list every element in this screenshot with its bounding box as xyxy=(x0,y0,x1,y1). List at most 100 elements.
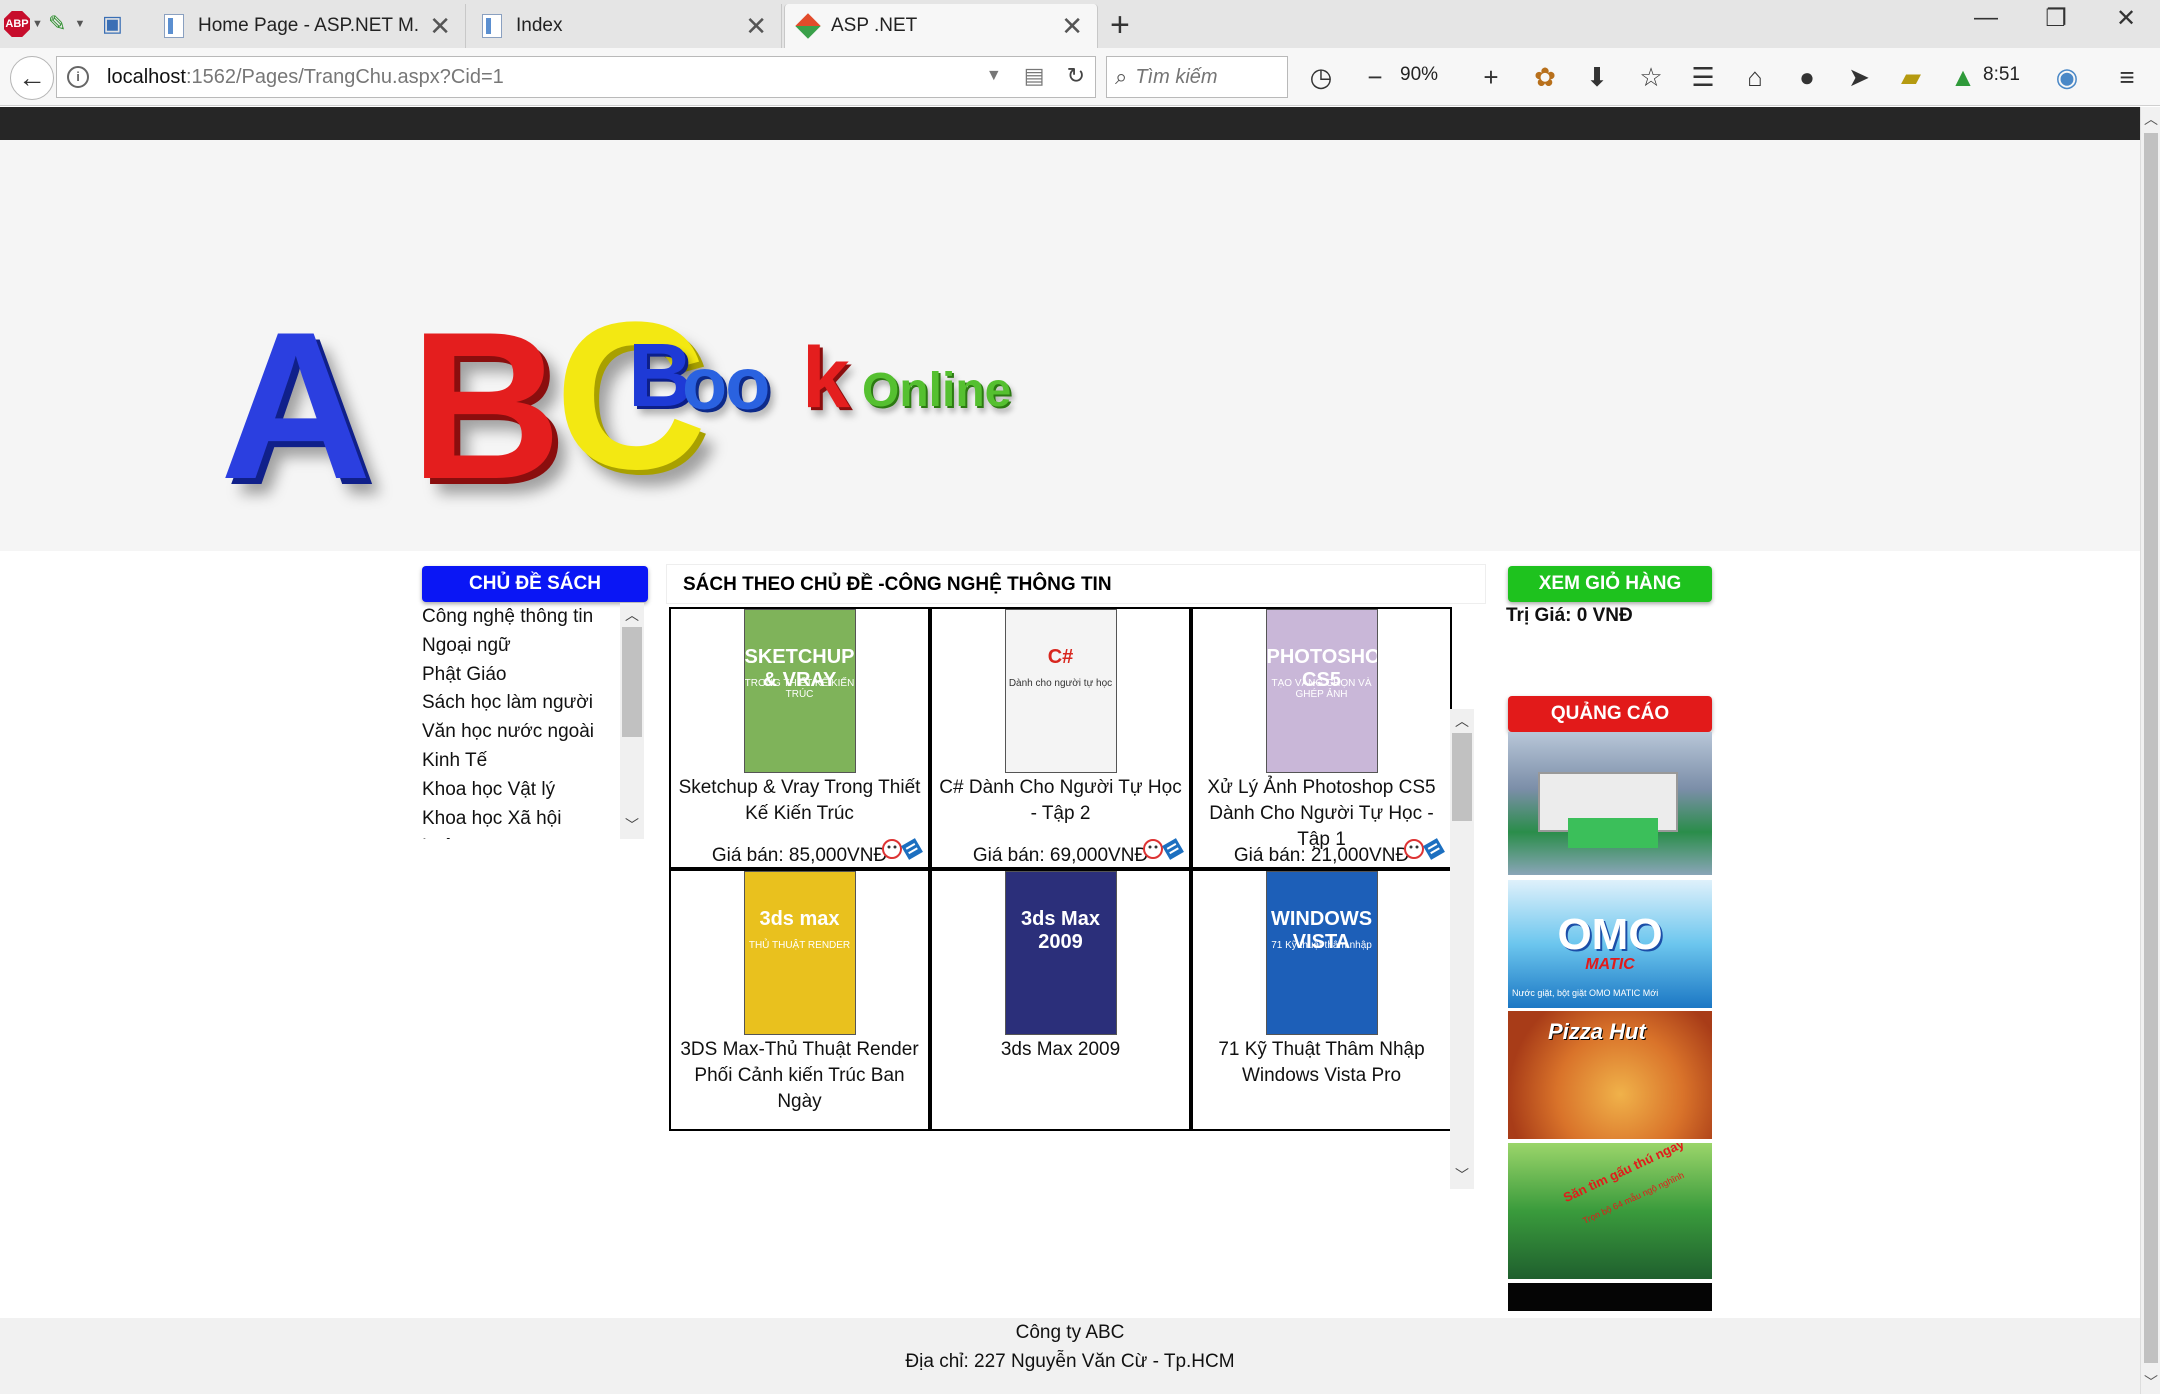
url-bar[interactable]: i localhost:1562/Pages/TrangChu.aspx?Cid… xyxy=(56,56,1096,98)
scrollbar-thumb[interactable] xyxy=(622,627,642,737)
reader-view-icon[interactable]: ▤ xyxy=(1024,63,1045,89)
bookmarks-list-icon[interactable]: ☰ xyxy=(1686,62,1720,92)
tab-title: Index xyxy=(516,15,563,36)
close-icon[interactable]: ✕ xyxy=(429,11,451,42)
ad-exhibition[interactable] xyxy=(1508,732,1712,875)
tab-title: Home Page - ASP.NET M... xyxy=(198,15,420,36)
add-to-cart-icon[interactable] xyxy=(1402,835,1446,863)
home-icon[interactable]: ⌂ xyxy=(1738,62,1772,92)
book-grid-scrollbar[interactable]: ︿ ﹀ xyxy=(1450,709,1474,1189)
book-title[interactable]: 3ds Max 2009 xyxy=(936,1037,1185,1063)
scrollbar-thumb[interactable] xyxy=(2144,133,2158,1363)
book-cover[interactable]: 3ds max THỦ THUẬT RENDER xyxy=(743,871,856,1035)
close-icon[interactable]: ✕ xyxy=(1061,11,1083,42)
window-close-button[interactable]: ✕ xyxy=(2106,4,2146,33)
chevron-down-icon[interactable]: ﹀ xyxy=(620,815,644,835)
book-card[interactable]: 3ds max THỦ THUẬT RENDER 3DS Max-Thủ Thuật… xyxy=(669,869,930,1131)
abp-icon: ABP xyxy=(4,11,30,37)
minimize-button[interactable]: — xyxy=(1966,4,2006,32)
category-item[interactable]: Khoa học Vật lý xyxy=(418,776,644,805)
book-card[interactable]: SKETCHUP & VRAY TRONG THIẾT KẾ KIẾN TRÚC S… xyxy=(669,607,930,869)
toolbox-icon[interactable]: ▰ xyxy=(1894,62,1928,92)
clock-extension-icon[interactable]: ▲ xyxy=(1946,62,1980,92)
search-input[interactable] xyxy=(1135,65,1266,89)
book-card[interactable]: WINDOWS VISTA 71 Kỹ thuật thâm nhập 71 Kỹ … xyxy=(1191,869,1452,1131)
cover-subtitle: Dành cho người tự học xyxy=(1008,678,1113,689)
book-grid: SKETCHUP & VRAY TRONG THIẾT KẾ KIẾN TRÚC S… xyxy=(666,604,1476,1188)
download-icon[interactable]: ⬇ xyxy=(1580,62,1614,92)
book-cover[interactable]: C# Dành cho người tự học xyxy=(1004,609,1117,773)
ad-subtext: MATIC xyxy=(1585,956,1635,973)
zoom-out-button[interactable]: − xyxy=(1358,62,1392,92)
book-cover[interactable]: PHOTOSHOP CS5TẠO VÁNG CHỌN VÀ GHÉP ẢNH xyxy=(1265,609,1378,773)
url-path: :1562/Pages/TrangChu.aspx?Cid=1 xyxy=(185,65,504,88)
add-to-cart-icon[interactable] xyxy=(880,835,924,863)
tab-bar: ABP ▼ ✎ ▼ ▣ Home Page - ASP.NET M... ✕ In… xyxy=(0,0,2160,48)
cover-subtitle: TẠO VÁNG CHỌN VÀ GHÉP ẢNH xyxy=(1271,678,1372,700)
book-card[interactable]: C# Dành cho người tự học C# Dành Cho Người… xyxy=(930,607,1191,869)
page-icon xyxy=(482,14,502,38)
category-scrollbar[interactable]: ︿ ﹀ xyxy=(620,603,644,839)
info-icon[interactable]: i xyxy=(67,66,89,88)
category-item[interactable]: Sách học làm người xyxy=(418,689,644,718)
tab-asp-net[interactable]: ASP .NET ✕ xyxy=(784,4,1098,48)
add-to-cart-icon[interactable] xyxy=(1141,835,1185,863)
pencil-extension-icon[interactable]: ✎ ▼ xyxy=(48,10,85,38)
view-cart-button[interactable]: XEM GIỎ HÀNG xyxy=(1508,566,1712,602)
ad-bear-hunt[interactable]: Săn tìm gấu thú ngay Trọn bộ 64 mẫu ngộ … xyxy=(1508,1143,1712,1279)
adblock-extension[interactable]: ABP ▼ xyxy=(4,10,43,38)
ad-omo[interactable]: OMO MATIC Nước giặt, bột giặt OMO MATIC … xyxy=(1508,880,1712,1008)
category-item[interactable]: Khoa học Xã hội xyxy=(418,805,644,834)
page-scrollbar[interactable]: ︿ ﹀ xyxy=(2140,107,2160,1394)
book-title[interactable]: 3DS Max-Thủ Thuật Render Phối Cảnh kiến … xyxy=(675,1037,924,1115)
chevron-up-icon[interactable]: ︿ xyxy=(620,605,644,625)
book-cover[interactable]: 3ds Max 2009 xyxy=(1004,871,1117,1035)
cover-subtitle: 71 Kỹ thuật thâm nhập xyxy=(1271,940,1372,951)
chevron-up-icon[interactable]: ︿ xyxy=(1450,711,1474,731)
send-icon[interactable]: ➤ xyxy=(1842,62,1876,92)
chevron-up-icon[interactable]: ︿ xyxy=(2141,109,2160,129)
ad-dark[interactable] xyxy=(1508,1283,1712,1311)
dropdown-icon[interactable]: ▼ xyxy=(986,67,1002,85)
tab-home-page[interactable]: Home Page - ASP.NET M... ✕ xyxy=(150,4,466,48)
book-title[interactable]: C# Dành Cho Người Tự Học - Tập 2 xyxy=(936,775,1185,827)
books-header: SÁCH THEO CHỦ ĐỀ -CÔNG NGHỆ THÔNG TIN xyxy=(666,564,1486,604)
screenshot-extension-icon[interactable]: ▣ xyxy=(102,10,123,38)
zoom-level[interactable]: 90% xyxy=(1400,64,1438,86)
restore-button[interactable]: ❐ xyxy=(2036,4,2076,33)
zoom-in-button[interactable]: + xyxy=(1474,62,1508,92)
category-item[interactable]: Kinh Tế xyxy=(418,747,644,776)
close-icon[interactable]: ✕ xyxy=(745,11,767,42)
category-item[interactable]: Công nghệ thông tin xyxy=(418,603,644,632)
menu-icon[interactable]: ≡ xyxy=(2110,62,2144,92)
book-title[interactable]: Sketchup & Vray Trong Thiết Kế Kiến Trúc xyxy=(675,775,924,827)
bookmark-star-icon[interactable]: ☆ xyxy=(1634,62,1668,92)
scrollbar-thumb[interactable] xyxy=(1452,733,1472,821)
book-cover[interactable]: WINDOWS VISTA 71 Kỹ thuật thâm nhập xyxy=(1265,871,1378,1035)
back-button[interactable]: ← xyxy=(10,56,54,100)
book-card[interactable]: PHOTOSHOP CS5TẠO VÁNG CHỌN VÀ GHÉP ẢNHXử… xyxy=(1191,607,1452,869)
book-card[interactable]: 3ds Max 2009 3ds Max 2009 xyxy=(930,869,1191,1131)
search-box[interactable]: ⌕ xyxy=(1106,56,1288,98)
aspnet-icon xyxy=(795,13,821,39)
ad-pizza-hut[interactable]: Pizza Hut xyxy=(1508,1011,1712,1139)
chevron-down-icon: ▼ xyxy=(32,18,43,30)
tab-index[interactable]: Index ✕ xyxy=(468,4,782,48)
category-item[interactable]: Phật Giáo xyxy=(418,661,644,690)
reload-icon[interactable]: ↻ xyxy=(1067,63,1085,89)
ad-text: Pizza Hut xyxy=(1548,1019,1646,1044)
category-item[interactable]: Luật xyxy=(418,833,644,839)
chat-icon[interactable]: ● xyxy=(1790,62,1824,92)
category-item[interactable]: Ngoại ngữ xyxy=(418,632,644,661)
navigation-bar: ← i localhost:1562/Pages/TrangChu.aspx?C… xyxy=(0,48,2160,106)
book-cover[interactable]: SKETCHUP & VRAY TRONG THIẾT KẾ KIẾN TRÚC xyxy=(743,609,856,773)
new-tab-button[interactable]: + xyxy=(1110,6,1130,45)
chevron-down-icon[interactable]: ﹀ xyxy=(2141,1372,2160,1392)
chevron-down-icon[interactable]: ﹀ xyxy=(1450,1165,1474,1185)
cover-title: 3ds max xyxy=(759,908,840,930)
profile-extension-icon[interactable]: ◉ xyxy=(2050,62,2084,92)
extension-icon[interactable]: ✿ xyxy=(1528,62,1562,92)
category-item[interactable]: Văn học nước ngoài xyxy=(418,718,644,747)
book-title[interactable]: 71 Kỹ Thuật Thâm Nhập Windows Vista Pro xyxy=(1197,1037,1446,1089)
history-icon[interactable]: ◷ xyxy=(1304,62,1338,92)
